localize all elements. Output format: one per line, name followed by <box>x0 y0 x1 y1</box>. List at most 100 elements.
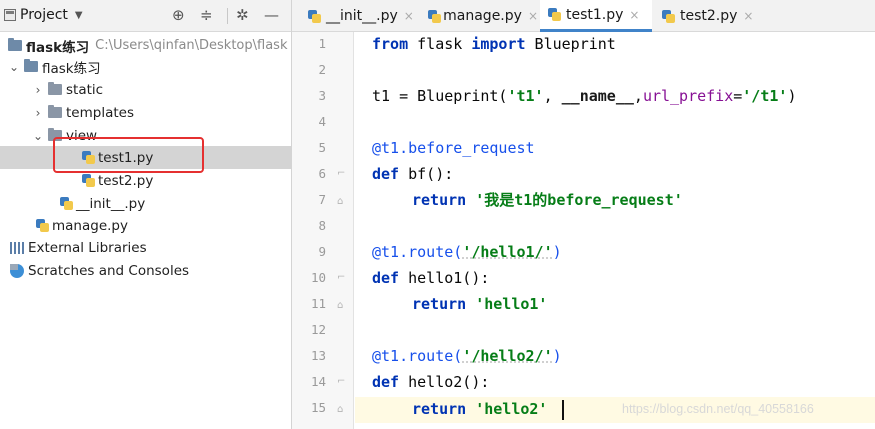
decorator: @t1.route( <box>372 347 463 365</box>
watermark: https://blog.csdn.net/qq_40558166 <box>622 402 814 416</box>
code-text: Blueprint <box>525 35 616 53</box>
folder-icon <box>48 82 62 95</box>
tree-item-label: templates <box>66 104 134 121</box>
code-line-15[interactable]: return 'hello2' <box>412 396 547 422</box>
editor-tab-bar: __init__.py × manage.py × test1.py × tes… <box>292 0 875 32</box>
string-literal: '我是t1的before_request' <box>475 191 683 209</box>
tree-item-manage[interactable]: manage.py <box>0 214 291 237</box>
keyword: import <box>471 35 526 53</box>
close-icon[interactable]: × <box>629 8 639 22</box>
code-line-10[interactable]: def hello1(): <box>372 265 489 291</box>
chevron-down-icon[interactable]: ⌄ <box>8 60 20 74</box>
line-number: 9 <box>318 244 326 259</box>
code-line-9[interactable]: @t1.route('/hello1/') <box>372 239 562 265</box>
code-line-3[interactable]: t1 = Blueprint('t1', __name__,url_prefix… <box>372 83 796 109</box>
tree-item-init[interactable]: __init__.py <box>0 192 291 215</box>
tree-item-flask-folder[interactable]: ⌄ flask练习 <box>0 55 291 78</box>
code-line-1[interactable]: from flask import Blueprint <box>372 31 616 57</box>
tab-test2[interactable]: test2.py × <box>654 0 764 32</box>
tree-item-label: manage.py <box>52 217 128 234</box>
chevron-right-icon[interactable]: › <box>32 106 44 120</box>
hide-icon[interactable]: — <box>264 6 279 24</box>
close-icon[interactable]: × <box>528 9 538 23</box>
line-number: 5 <box>318 140 326 155</box>
project-panel-header: Project ▼ ⊕ ≑ ✲ — <box>0 0 291 32</box>
code-line-6[interactable]: def bf(): <box>372 161 453 187</box>
keyword: return <box>412 400 467 418</box>
code-text: , <box>633 87 643 105</box>
tab-label: __init__.py <box>326 8 398 24</box>
tree-item-external-libraries[interactable]: External Libraries <box>0 236 291 259</box>
tree-item-scratches[interactable]: Scratches and Consoles <box>0 259 291 282</box>
code-text: bf(): <box>399 165 454 183</box>
decorator: @t1.route( <box>372 243 463 261</box>
project-view-selector[interactable]: Project ▼ <box>4 7 83 23</box>
fold-end-icon[interactable]: ⌂ <box>337 404 346 415</box>
python-file-icon <box>548 8 561 21</box>
fold-end-icon[interactable]: ⌂ <box>337 196 346 207</box>
tree-item-label: test2.py <box>98 172 154 189</box>
fold-marker-icon[interactable]: ⌐ <box>337 376 346 387</box>
code-text: flask <box>408 35 472 53</box>
code-line-11[interactable]: return 'hello1' <box>412 291 547 317</box>
collapse-all-icon[interactable]: ≑ <box>200 6 213 24</box>
string-literal: 'hello1' <box>475 295 548 313</box>
code-line-13[interactable]: @t1.route('/hello2/') <box>372 343 562 369</box>
python-file-icon <box>662 9 675 23</box>
project-tool-window: Project ▼ ⊕ ≑ ✲ — flask练习 C:\Users\qinfa… <box>0 0 292 429</box>
close-icon[interactable]: × <box>404 9 414 23</box>
line-number: 2 <box>318 62 326 77</box>
python-file-icon <box>60 197 73 210</box>
line-number: 12 <box>310 322 326 337</box>
keyword: def <box>372 373 400 391</box>
red-highlight-annotation <box>53 137 204 173</box>
library-icon <box>10 241 24 254</box>
code-line-7[interactable]: return '我是t1的before_request' <box>412 187 683 213</box>
decorator: ) <box>552 243 562 261</box>
code-text: hello1(): <box>399 269 490 287</box>
chevron-right-icon[interactable]: › <box>32 83 44 97</box>
scratches-icon <box>10 263 24 278</box>
python-file-icon <box>82 174 95 187</box>
tab-manage[interactable]: manage.py × <box>420 0 538 32</box>
tree-item-project-root[interactable]: flask练习 C:\Users\qinfan\Desktop\flask <box>0 34 291 57</box>
line-number: 7 <box>318 192 326 207</box>
code-text: = <box>733 87 743 105</box>
line-number: 14 <box>310 374 326 389</box>
keyword: return <box>412 191 467 209</box>
project-path: C:\Users\qinfan\Desktop\flask <box>95 38 288 53</box>
tab-label: manage.py <box>443 8 522 24</box>
code-line-5[interactable]: @t1.before_request <box>372 135 535 161</box>
fold-marker-icon[interactable]: ⌐ <box>337 168 346 179</box>
fold-end-icon[interactable]: ⌂ <box>337 300 346 311</box>
tree-item-templates[interactable]: › templates <box>0 101 291 124</box>
tree-item-label: static <box>66 81 104 98</box>
folder-icon <box>48 105 62 118</box>
text-caret <box>562 400 564 420</box>
folder-icon <box>24 59 38 72</box>
line-number: 11 <box>310 296 326 311</box>
line-number: 15 <box>310 400 326 415</box>
tree-item-label: flask练习 <box>42 60 101 77</box>
decorator: @t1.before_request <box>372 139 535 157</box>
gear-icon[interactable]: ✲ <box>236 6 249 24</box>
chevron-down-icon[interactable]: ▼ <box>75 10 83 21</box>
line-number: 10 <box>310 270 326 285</box>
tab-init[interactable]: __init__.py × <box>300 0 418 32</box>
line-number: 13 <box>310 348 326 363</box>
editor-gutter: 1 2 3 4 5 6 7 9 8 10 11 12 13 14 15 ⌐ ⌂ … <box>292 32 354 429</box>
string-literal: '/hello2/' <box>462 347 553 365</box>
tree-item-static[interactable]: › static <box>0 78 291 101</box>
python-file-icon <box>308 9 321 23</box>
code-line-14[interactable]: def hello2(): <box>372 369 489 395</box>
line-number: 1 <box>318 36 326 51</box>
code-text: , <box>543 87 562 105</box>
chevron-down-icon[interactable]: ⌄ <box>32 129 44 143</box>
fold-marker-icon[interactable]: ⌐ <box>337 272 346 283</box>
close-icon[interactable]: × <box>743 9 753 23</box>
line-number: 4 <box>318 114 326 129</box>
project-icon <box>4 9 16 21</box>
target-icon[interactable]: ⊕ <box>172 6 185 24</box>
tab-test1[interactable]: test1.py × <box>540 0 652 32</box>
code-text: t1 = Blueprint( <box>372 87 508 105</box>
